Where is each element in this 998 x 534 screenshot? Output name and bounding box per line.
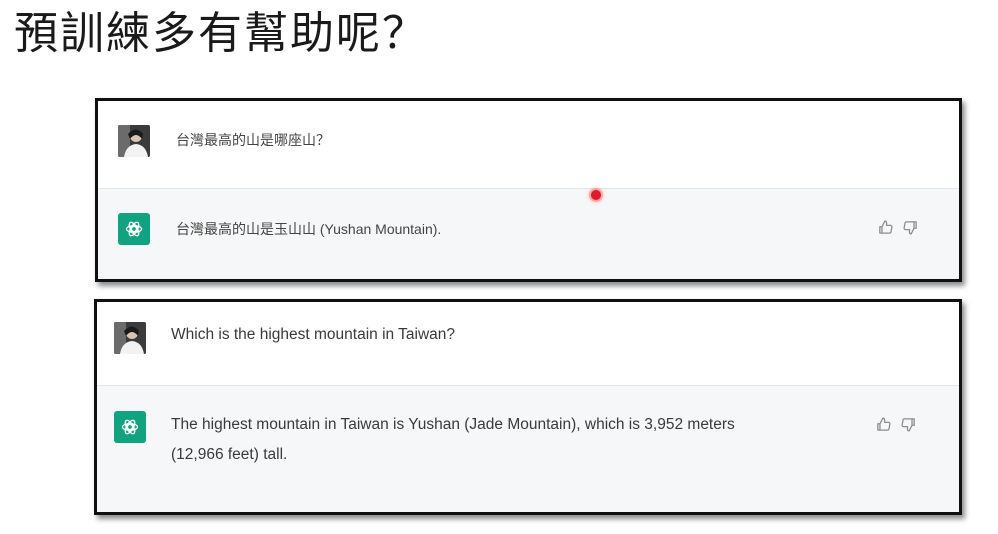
user-photo-icon — [114, 322, 146, 354]
assistant-message-text: The highest mountain in Taiwan is Yushan… — [171, 410, 735, 470]
user-avatar — [114, 322, 146, 354]
thumbs-down-icon[interactable] — [902, 219, 919, 236]
assistant-message-line: The highest mountain in Taiwan is Yushan… — [171, 416, 735, 433]
assistant-message-row: The highest mountain in Taiwan is Yushan… — [97, 385, 959, 512]
slide-title: 預訓練多有幫助呢？ — [14, 8, 428, 59]
assistant-message-line: (12,966 feet) tall. — [171, 446, 288, 463]
user-message-row: Which is the highest mountain in Taiwan? — [97, 302, 959, 385]
user-avatar — [118, 125, 150, 157]
chatgpt-logo-icon — [114, 411, 146, 443]
chat-panel-english: Which is the highest mountain in Taiwan?… — [94, 299, 962, 515]
chat-panel-chinese: 台灣最高的山是哪座山？ 台灣最高的山是玉山山 (Yushan Mountain)… — [95, 98, 962, 282]
assistant-message-row: 台灣最高的山是玉山山 (Yushan Mountain). — [98, 188, 959, 279]
user-message-text: 台灣最高的山是哪座山？ — [176, 132, 330, 148]
thumbs-down-icon[interactable] — [900, 416, 917, 433]
user-photo-icon — [118, 125, 150, 157]
user-message-text: Which is the highest mountain in Taiwan? — [171, 326, 456, 343]
user-message-row: 台灣最高的山是哪座山？ — [98, 101, 959, 188]
chatgpt-logo-icon — [118, 213, 150, 245]
feedback-buttons — [877, 219, 919, 236]
assistant-message-text: 台灣最高的山是玉山山 (Yushan Mountain). — [176, 221, 442, 237]
laser-pointer-dot — [591, 190, 601, 200]
thumbs-up-icon[interactable] — [875, 416, 892, 433]
feedback-buttons — [875, 416, 917, 433]
thumbs-up-icon[interactable] — [877, 219, 894, 236]
